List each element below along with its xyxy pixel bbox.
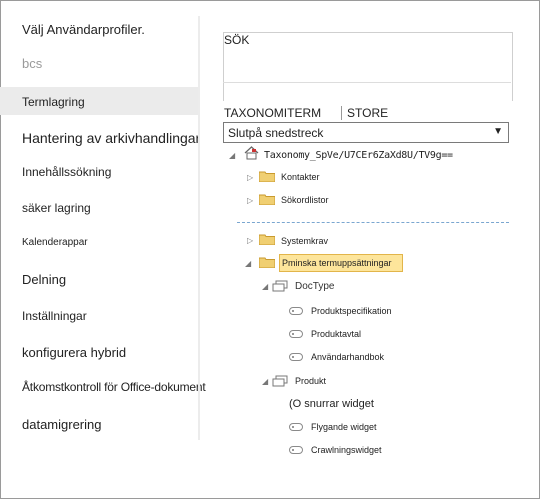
tree-root[interactable]: Taxonomy_SpVe/U7CEr6ZaXd8U/TV9g== [264, 150, 453, 161]
chevron-down-icon[interactable]: ▼ [493, 126, 503, 137]
drop-indicator [237, 222, 509, 223]
tab-store[interactable]: STORE [347, 106, 388, 120]
tree-node-kontakter[interactable]: Kontakter [281, 172, 320, 182]
term-icon [289, 330, 303, 338]
folder-icon [259, 171, 275, 182]
term-set-icon [272, 280, 288, 292]
sidebar-item-sharing[interactable]: Delning [0, 272, 198, 290]
tree-node-selected[interactable]: Pminska termuppsättningar [282, 258, 392, 268]
sidebar-item-settings[interactable]: Inställningar [0, 309, 198, 327]
folder-icon [259, 234, 275, 245]
sidebar-item-label: konfigurera hybrid [22, 345, 127, 360]
sidebar-item-label: Åtkomstkontroll för Office-dokument [22, 380, 206, 394]
collapsed-arrow-icon[interactable]: ▷ [247, 236, 253, 245]
tree-node-crawlning[interactable]: Crawlningswidget [311, 445, 382, 455]
expanded-arrow-icon[interactable]: ◢ [262, 282, 268, 291]
sidebar: Välj Användarprofiler. bcs Termlagring H… [0, 0, 206, 440]
sidebar-item-label: Inställningar [22, 309, 87, 323]
tree-node-flygande[interactable]: Flygande widget [311, 422, 377, 432]
sidebar-item-label: Välj Användarprofiler. [22, 22, 145, 37]
sidebar-item-label: Hantering av arkivhandlingar [22, 130, 201, 146]
collapsed-arrow-icon[interactable]: ▷ [247, 173, 253, 182]
term-icon [289, 307, 303, 315]
sidebar-item-label: Termlagring [22, 95, 85, 109]
sidebar-item-migration[interactable]: datamigrering [0, 417, 198, 435]
sidebar-item-label: Kalenderappar [22, 237, 88, 248]
folder-icon [259, 257, 275, 268]
tree-node-snurrar[interactable]: (O snurrar widget [289, 398, 374, 410]
tree-node-produkt[interactable]: Produkt [295, 376, 326, 386]
tree-node-sokordlistor[interactable]: Sökordlistor [281, 195, 329, 205]
expanded-arrow-icon[interactable]: ◢ [245, 259, 251, 268]
sidebar-item-termlagring[interactable]: Termlagring [0, 87, 198, 115]
tree-node-systemkrav[interactable]: Systemkrav [281, 236, 328, 246]
sidebar-item-search[interactable]: Innehållssökning [0, 165, 198, 183]
sidebar-item-records-management[interactable]: Hantering av arkivhandlingar [0, 130, 201, 150]
sidebar-item-bcs[interactable]: bcs [0, 56, 198, 76]
sidebar-item-label: datamigrering [22, 417, 102, 432]
tab-taxonomy[interactable]: TAXONOMITERM [224, 106, 321, 120]
dropdown-value: Slutpå snedstreck [228, 126, 324, 140]
sidebar-item-label: Delning [22, 272, 67, 287]
folder-icon [259, 194, 275, 205]
tree-node-doctype[interactable]: DocType [295, 281, 334, 292]
term-icon [289, 423, 303, 431]
search-label: SÖK [224, 33, 250, 47]
tab-taxonomy-label: TAXONOMITERM [224, 106, 322, 120]
collapsed-arrow-icon[interactable]: ▷ [247, 196, 253, 205]
sidebar-item-hybrid[interactable]: konfigurera hybrid [0, 345, 198, 363]
term-icon [289, 446, 303, 454]
expanded-arrow-icon[interactable]: ◢ [262, 377, 268, 386]
sidebar-item-label: Innehållssökning [22, 165, 112, 179]
expanded-arrow-icon[interactable]: ◢ [229, 151, 235, 160]
tab-store-label: STORE [347, 106, 389, 120]
store-dropdown[interactable]: Slutpå snedstreck ▼ [223, 122, 509, 143]
house-icon [244, 146, 259, 160]
tree-node-anvhandbok[interactable]: Användarhandbok [311, 352, 384, 362]
search-panel[interactable] [223, 32, 513, 101]
sidebar-item-user-profiles[interactable]: Välj Användarprofiler. [0, 22, 198, 42]
sidebar-item-access-control[interactable]: Åtkomstkontroll för Office-dokument [0, 380, 206, 398]
search-separator [223, 82, 511, 83]
term-icon [289, 353, 303, 361]
tab-separator [341, 106, 342, 120]
sidebar-divider [198, 16, 200, 440]
term-set-icon [272, 375, 288, 387]
sidebar-item-label: säker lagring [22, 201, 91, 215]
tree-node-produktavtal[interactable]: Produktavtal [311, 329, 361, 339]
sidebar-item-secure-store[interactable]: säker lagring [0, 201, 198, 219]
sidebar-item-apps[interactable]: Kalenderappar [0, 237, 198, 253]
tree-node-produktspec[interactable]: Produktspecifikation [311, 306, 392, 316]
sidebar-item-label: bcs [22, 56, 43, 71]
